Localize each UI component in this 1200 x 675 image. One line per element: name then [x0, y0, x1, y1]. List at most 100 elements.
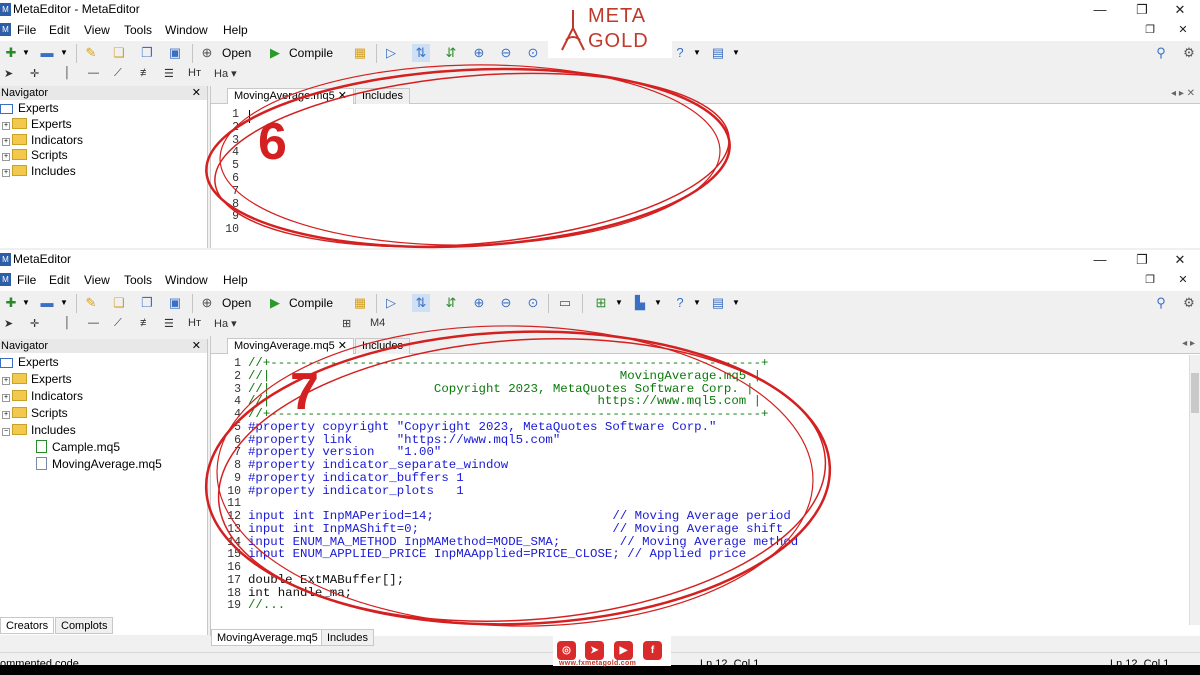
maximize-icon[interactable]: ❐ — [1122, 250, 1162, 270]
crosshair-icon[interactable]: ✛ — [30, 317, 39, 330]
menu-edit[interactable]: Edit — [49, 273, 70, 287]
search-icon[interactable]: ⚲ — [1152, 294, 1170, 312]
layout-icon[interactable]: ▤ — [709, 44, 727, 62]
horizontal-line-icon[interactable]: — — [88, 317, 99, 329]
add-icon[interactable]: ⊞ — [592, 294, 610, 312]
sort-icon[interactable]: ⇅ — [412, 44, 430, 62]
dropdown-arrow-icon[interactable]: ▼ — [688, 44, 706, 62]
menu-tools[interactable]: Tools — [124, 23, 152, 37]
m4-icon[interactable]: M4 — [370, 317, 385, 329]
dropdown-arrow-icon[interactable]: ▼ — [17, 294, 35, 312]
menu-tools[interactable]: Tools — [124, 273, 152, 287]
zoom-out-icon[interactable]: ⊖ — [497, 294, 515, 312]
compile-play-icon[interactable]: ▶ — [266, 294, 284, 312]
code-line[interactable]: input ENUM_APPLIED_PRICE InpMAApplied=PR… — [248, 548, 746, 561]
tab-movingaverage[interactable]: MovingAverage.mq5 ✕ — [227, 338, 354, 354]
menu-edit[interactable]: Edit — [49, 23, 70, 37]
debug-icon[interactable]: ▦ — [351, 44, 369, 62]
menu-help[interactable]: Help — [223, 273, 248, 287]
minimize-icon[interactable]: — — [1080, 0, 1120, 20]
menu-window[interactable]: Window — [165, 273, 208, 287]
tree-item-experts-root[interactable]: Experts — [0, 355, 59, 371]
tree-item-scripts[interactable]: + Scripts — [2, 406, 68, 422]
instagram-icon[interactable]: ◎ — [557, 641, 576, 660]
code-line[interactable]: #property indicator_buffers 1 — [248, 471, 464, 485]
globe-icon[interactable]: ⊕ — [198, 44, 216, 62]
sort-icon[interactable]: ⇅ — [412, 294, 430, 312]
code-line[interactable]: //... — [248, 599, 285, 612]
dropdown-arrow-icon[interactable]: ▼ — [649, 294, 667, 312]
dropdown-arrow-icon[interactable]: ▼ — [610, 294, 628, 312]
paste-icon[interactable]: ❐ — [138, 44, 156, 62]
close-icon[interactable]: ✕ — [1160, 250, 1200, 270]
fibo-icon[interactable]: ☰ — [164, 67, 174, 80]
tree-item-includes[interactable]: + Includes — [2, 164, 76, 180]
tree-item-indicators[interactable]: + Indicators — [2, 389, 83, 405]
close-icon[interactable]: ✕ — [338, 340, 347, 352]
collapse-icon[interactable]: − — [2, 428, 10, 436]
channel-icon[interactable]: ≢ — [140, 67, 151, 79]
code-editor-2[interactable]: MovingAverage.mq5 ✕ Includes ◂ ▸ 1//+---… — [210, 336, 1200, 636]
compile-button[interactable]: Compile — [289, 46, 333, 60]
help-icon[interactable]: ? — [671, 294, 689, 312]
code-line[interactable]: double ExtMABuffer[]; — [248, 573, 404, 587]
sort-alt-icon[interactable]: ⇵ — [442, 44, 460, 62]
dropdown-arrow-icon[interactable]: ▼ — [727, 44, 745, 62]
edit-icon[interactable]: ✎ — [82, 44, 100, 62]
label-icon[interactable]: Ha ▾ — [214, 67, 237, 80]
youtube-icon[interactable]: ▶ — [614, 641, 633, 660]
help-icon[interactable]: ? — [671, 44, 689, 62]
code-line[interactable]: #property indicator_plots 1 — [248, 484, 464, 498]
zoom-in-icon[interactable]: ⊕ — [470, 294, 488, 312]
text-icon[interactable]: Hт — [188, 317, 201, 329]
open-button[interactable]: Open — [222, 46, 251, 60]
dropdown-arrow-icon[interactable]: ▼ — [17, 44, 35, 62]
dropdown-arrow-icon[interactable]: ▼ — [55, 294, 73, 312]
dropdown-arrow-icon[interactable]: ▼ — [727, 294, 745, 312]
tab-scroll-arrows[interactable]: ◂ ▸ ✕ — [1171, 88, 1195, 99]
horizontal-line-icon[interactable]: — — [88, 67, 99, 79]
save-icon[interactable]: ▣ — [166, 294, 184, 312]
tab-creators[interactable]: Creators — [0, 617, 55, 634]
doc-close-icon[interactable]: ✕ — [1163, 270, 1200, 290]
tab-includes[interactable]: Includes — [355, 338, 410, 354]
tab-includes[interactable]: Includes — [355, 88, 410, 104]
expand-icon[interactable]: + — [2, 169, 10, 177]
settings-icon[interactable]: ⚙ — [1180, 44, 1198, 62]
tree-item-scripts[interactable]: + Scripts — [2, 148, 68, 164]
trendline-icon[interactable]: ⟋ — [114, 317, 122, 330]
layout-icon[interactable]: ▤ — [709, 294, 727, 312]
maximize-icon[interactable]: ❐ — [1122, 0, 1162, 20]
tree-item-includes[interactable]: − Includes — [2, 423, 76, 439]
expand-icon[interactable]: + — [2, 153, 10, 161]
tree-file-cample[interactable]: Cample.mq5 — [36, 440, 120, 456]
channel-icon[interactable]: ≢ — [140, 317, 151, 329]
code-line[interactable]: input int InpMAShift=0; // Moving Averag… — [248, 522, 783, 536]
settings-icon[interactable]: ⚙ — [1180, 294, 1198, 312]
dropdown-arrow-icon[interactable]: ▼ — [688, 294, 706, 312]
tree-item-experts[interactable]: + Experts — [2, 372, 72, 388]
telegram-icon[interactable]: ➤ — [585, 641, 604, 660]
close-icon[interactable]: ✕ — [1160, 0, 1200, 20]
vertical-line-icon[interactable]: │ — [64, 317, 71, 329]
sort-alt-icon[interactable]: ⇵ — [442, 294, 460, 312]
compile-button[interactable]: Compile — [289, 296, 333, 310]
tree-item-indicators[interactable]: + Indicators — [2, 133, 83, 149]
search-icon[interactable]: ⚲ — [1152, 44, 1170, 62]
copy-icon[interactable]: ❏ — [110, 44, 128, 62]
expand-icon[interactable]: + — [2, 138, 10, 146]
zoom-in-icon[interactable]: ⊕ — [470, 44, 488, 62]
scrollbar-thumb[interactable] — [1191, 373, 1199, 413]
expand-icon[interactable]: + — [2, 377, 10, 385]
copy-icon[interactable]: ❏ — [110, 294, 128, 312]
close-icon[interactable]: ✕ — [192, 339, 201, 353]
pointer-icon[interactable]: ➤ — [4, 67, 13, 80]
menu-window[interactable]: Window — [165, 23, 208, 37]
trendline-icon[interactable]: ⟋ — [114, 67, 122, 80]
menu-file[interactable]: File — [17, 273, 36, 287]
code-line[interactable]: //| MovingAverage.mq5 | — [248, 369, 761, 383]
open-folder-icon[interactable]: ▬ — [38, 44, 56, 62]
globe-icon[interactable]: ⊕ — [198, 294, 216, 312]
run-icon[interactable]: ▷ — [382, 294, 400, 312]
chart-icon[interactable]: ▙ — [631, 294, 649, 312]
